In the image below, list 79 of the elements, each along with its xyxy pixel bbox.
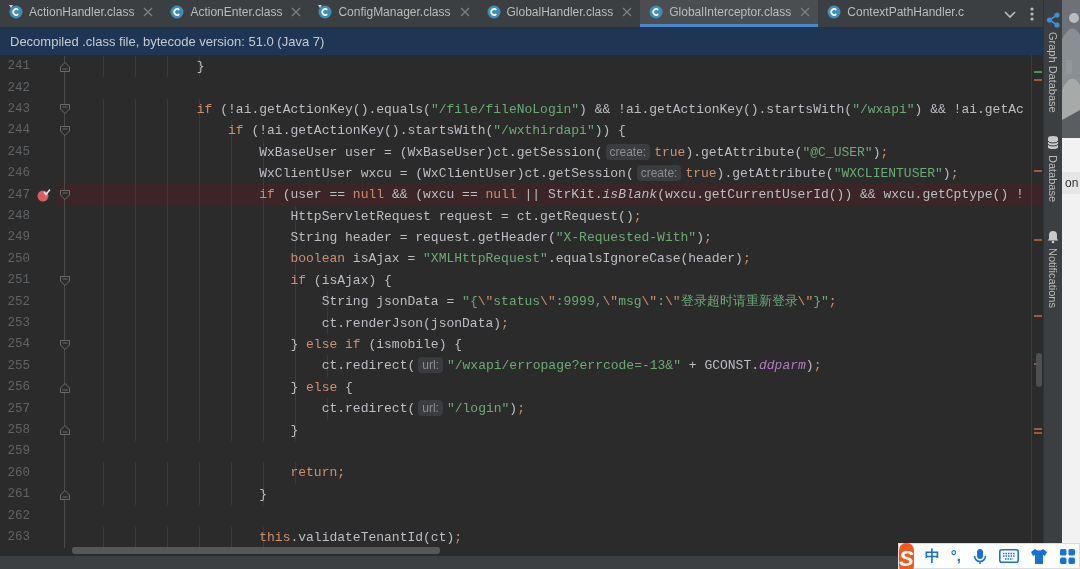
line-number: 243	[6, 101, 30, 119]
code-line: String header = request.getHeader("X-Requested-With");	[289, 229, 712, 248]
fold-icon[interactable]	[59, 189, 71, 202]
line-number: 252	[6, 293, 30, 311]
line-number: 242	[6, 79, 30, 97]
code-line: }	[195, 57, 205, 76]
line-number: 247	[6, 186, 30, 204]
fold-icon[interactable]	[59, 274, 71, 287]
close-icon[interactable]	[143, 7, 154, 17]
line-number: 254	[6, 336, 30, 354]
code-line: this.validateTenantId(ct);	[258, 528, 463, 547]
tool-window-button[interactable]: Notifications	[1044, 227, 1062, 308]
tool-window-button[interactable]: Graph Database	[1044, 12, 1062, 113]
code-line: return;	[289, 464, 346, 483]
fold-icon[interactable]	[59, 338, 71, 351]
line-number: 256	[6, 379, 30, 397]
code-line: if (user == null && (wxcu == null || StrKit.isBlank(wxcu.getCurrentUserId()) && wxcu.getCptype() !	[258, 186, 1024, 205]
fold-icon[interactable]	[59, 424, 71, 437]
breakpoint-icon[interactable]	[37, 188, 51, 203]
input-mode-toggle[interactable]: °,	[950, 544, 961, 568]
code-line: }	[258, 485, 268, 504]
code-line: WxBaseUser user = (WxBaseUser)ct.getSession( create: true).getAttribute("@C_USER");	[258, 142, 889, 162]
code-line: if (!ai.getActionKey().equals("/file/fileNoLogin") && !ai.getActionKey().startsWith("/wxapi") && !ai.getAc	[195, 100, 1024, 119]
code-line: } else if (ismobile) {	[289, 336, 463, 354]
shirt-icon[interactable]	[1029, 547, 1048, 565]
line-number: 260	[6, 464, 30, 482]
close-icon[interactable]	[800, 7, 811, 17]
code-line: boolean isAjax = "XMLHttpRequest".equalsIgnoreCase(header);	[289, 250, 751, 269]
close-icon[interactable]	[291, 7, 302, 17]
code-line: }	[289, 421, 299, 440]
code-line: if (!ai.getActionKey().startsWith("/wxthirdapi")) {	[227, 122, 626, 141]
class-file-icon	[485, 4, 502, 20]
class-file-icon	[169, 4, 186, 20]
line-number: 257	[6, 400, 30, 418]
scrollbar-thumb[interactable]	[72, 547, 440, 554]
code-line: } else {	[289, 378, 353, 397]
more-icon[interactable]	[1029, 5, 1035, 22]
class-file-icon	[648, 4, 665, 20]
line-number: 250	[6, 250, 30, 268]
line-number: 246	[6, 165, 30, 183]
close-icon[interactable]	[622, 7, 633, 17]
line-number: 261	[6, 486, 30, 504]
input-mode-toggle[interactable]: 中	[924, 544, 940, 568]
line-number: 259	[6, 443, 30, 461]
microphone-icon[interactable]	[971, 547, 988, 565]
line-number: 249	[6, 229, 30, 247]
fold-icon[interactable]	[59, 60, 71, 73]
code-line: String jsonData = "{\"status\":9999,\"msg\":\"登录超时请重新登录\"}";	[320, 293, 837, 312]
code-line: HttpServletRequest request = ct.getRequest();	[289, 207, 642, 226]
fold-icon[interactable]	[59, 488, 71, 501]
code-line: ct.redirect( url: "/login");	[320, 399, 525, 419]
line-number: 255	[6, 357, 30, 375]
line-number: 245	[6, 143, 30, 161]
fold-icon[interactable]	[59, 124, 71, 137]
grid-icon[interactable]	[1058, 547, 1076, 565]
notice-text: Decompiled .class file, bytecode version: 51.0 (Java 7)	[10, 32, 325, 51]
window-text: on	[1062, 172, 1080, 194]
line-number: 244	[6, 122, 30, 140]
editor-tab[interactable]: GlobalInterceptor.class	[640, 0, 819, 27]
class-file-icon	[826, 4, 843, 20]
line-number: 263	[6, 528, 30, 546]
code-line: WxClientUser wxcu = (WxClientUser)ct.getSession( create: true).getAttribute("WXCLIENTUSER");	[258, 163, 959, 183]
code-line: ct.redirect( url: "/wxapi/erropage?errcode=-13&" + GCONST.ddparm);	[320, 356, 822, 376]
line-number: 248	[6, 208, 30, 226]
line-number: 253	[6, 315, 30, 332]
keyboard-icon[interactable]	[998, 547, 1019, 565]
graph-icon	[1046, 12, 1060, 28]
code-line: ct.renderJson(jsonData);	[320, 314, 509, 333]
line-number: 258	[6, 421, 30, 439]
line-number: 241	[6, 58, 30, 76]
tool-window-button[interactable]: Database	[1044, 134, 1062, 202]
close-icon[interactable]	[459, 7, 470, 17]
input-method-logo[interactable]: S	[899, 543, 914, 569]
line-number: 251	[6, 272, 30, 290]
scrollbar-thumb[interactable]	[1036, 353, 1042, 387]
fold-icon[interactable]	[59, 381, 71, 394]
fold-icon[interactable]	[59, 103, 71, 116]
line-number: 262	[6, 507, 30, 525]
code-line: if (isAjax) {	[289, 271, 392, 290]
